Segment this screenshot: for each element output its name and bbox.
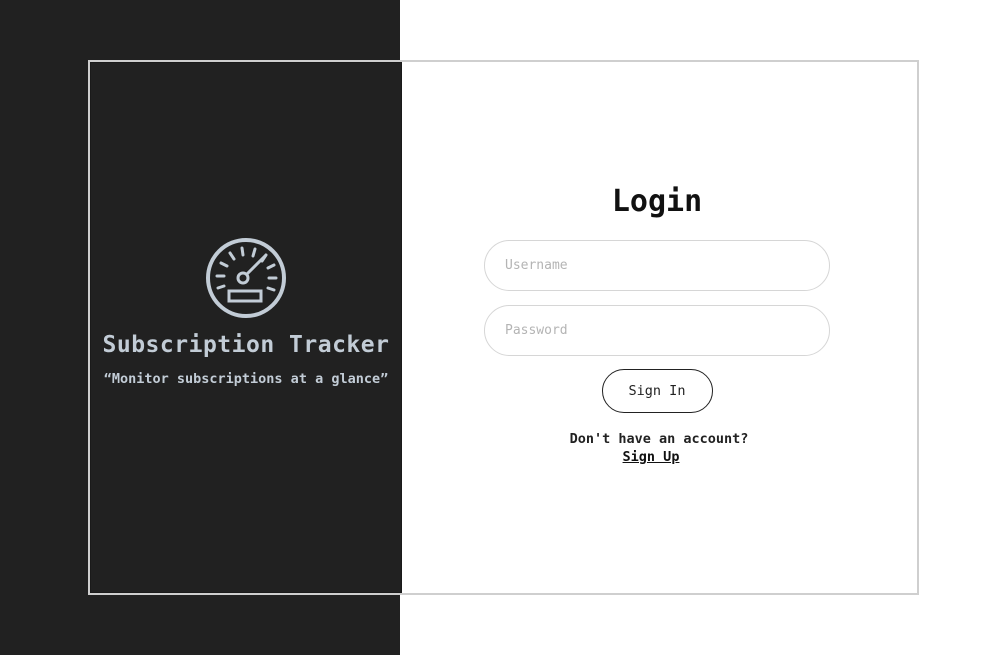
signup-block: Don't have an account? Sign Up [484, 430, 830, 466]
login-form: Login Sign In Don't have an account? Sig… [484, 182, 830, 466]
password-input[interactable] [484, 305, 830, 356]
brand-title: Subscription Tracker [102, 332, 390, 358]
login-panel: Login Sign In Don't have an account? Sig… [402, 62, 917, 593]
login-page: Subscription Tracker “Monitor subscripti… [0, 0, 1001, 655]
brand-panel: Subscription Tracker “Monitor subscripti… [90, 62, 402, 593]
sign-up-link[interactable]: Sign Up [623, 448, 680, 466]
speedometer-icon [206, 238, 286, 318]
brand-block: Subscription Tracker “Monitor subscripti… [90, 236, 402, 387]
login-card: Subscription Tracker “Monitor subscripti… [88, 60, 919, 595]
signup-prompt: Don't have an account? [569, 431, 749, 447]
sign-in-button[interactable]: Sign In [601, 369, 713, 413]
brand-tagline: “Monitor subscriptions at a glance” [103, 371, 389, 387]
login-heading: Login [611, 184, 703, 219]
username-input[interactable] [484, 240, 830, 291]
